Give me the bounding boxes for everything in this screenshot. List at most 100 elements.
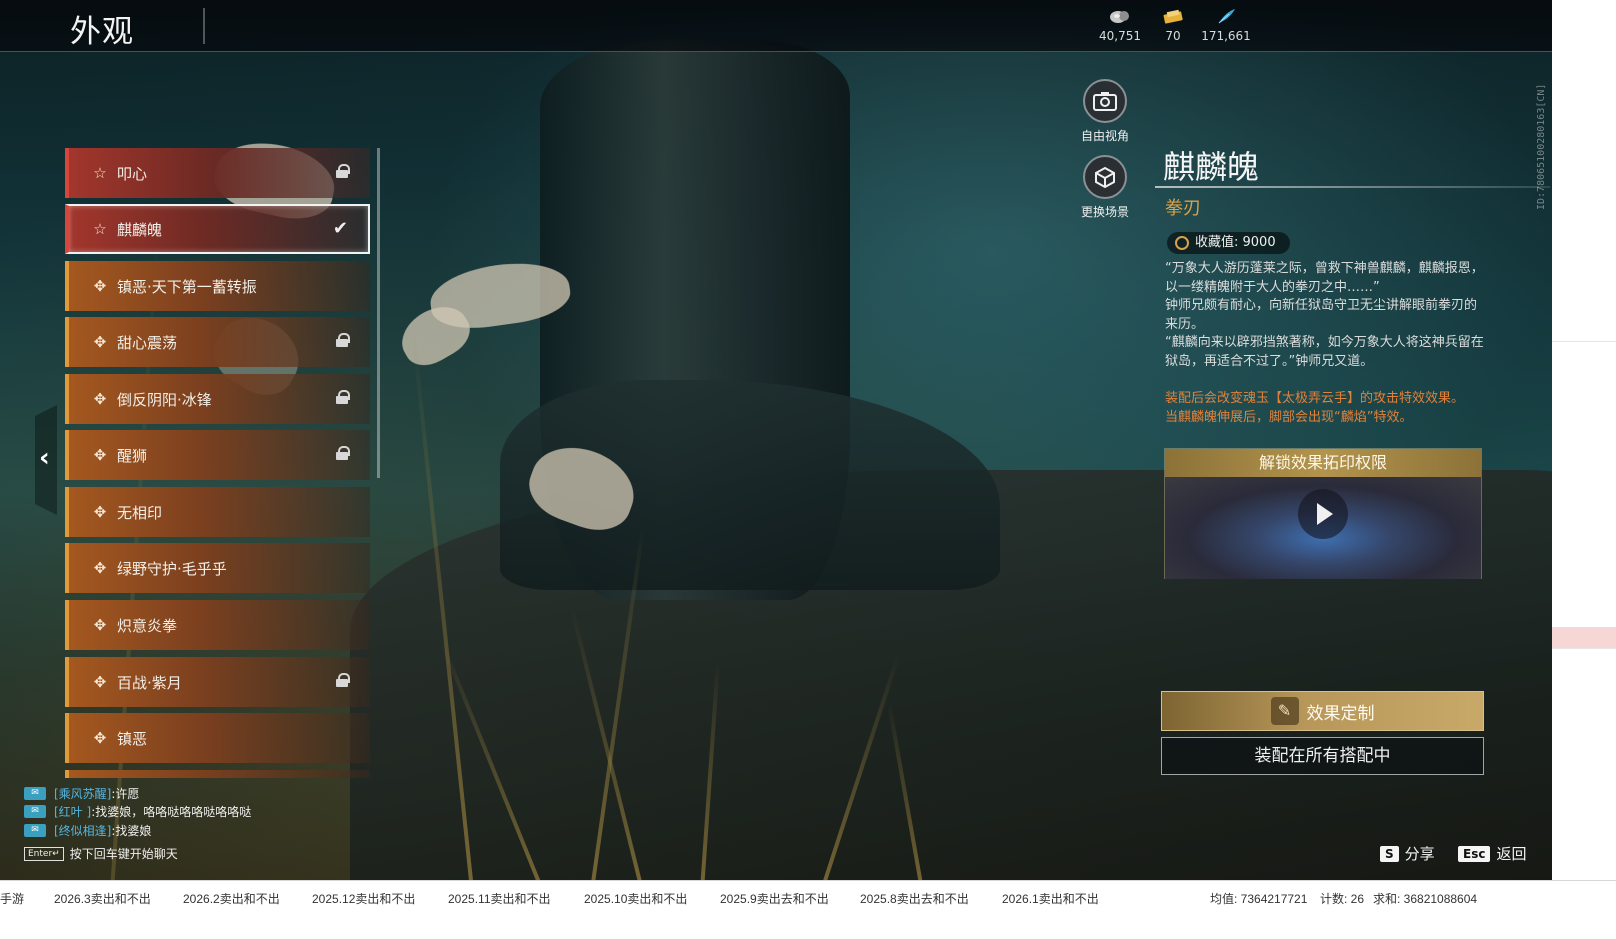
- sparkle-icon: ✥: [93, 503, 107, 521]
- sheet-tab[interactable]: 2025.9卖出去和不出: [720, 890, 829, 907]
- skin-item-label: 倒反阴阳·冰锋: [117, 390, 212, 409]
- effect-customize-button[interactable]: ✎ 效果定制: [1161, 691, 1484, 731]
- skin-item-zhene-xuzhuanzhen[interactable]: ✥ 镇恶·天下第一蓄转振: [65, 261, 370, 311]
- sheet-cell: [1552, 320, 1616, 342]
- title-divider: [203, 8, 205, 44]
- skin-item-label: 叩心: [117, 164, 148, 183]
- skin-item-label: 百战·紫月: [117, 673, 182, 692]
- chat-box: ✉ [乘风苏醒] :许愿 ✉ [红叶 ] :找婆娘，咯咯哒咯咯哒咯咯哒 ✉ [终…: [24, 784, 344, 840]
- play-icon[interactable]: [1298, 489, 1348, 539]
- skin-item-kouxin[interactable]: ☆ 叩心: [65, 148, 370, 198]
- chat-message: ✉ [红叶 ] :找婆娘，咯咯哒咯咯哒咯咯哒: [24, 803, 344, 822]
- sparkle-icon: ✥: [93, 673, 107, 691]
- equip-all-button[interactable]: 装配在所有搭配中: [1161, 737, 1484, 775]
- skin-item-lvye-shouhu[interactable]: ✥ 绿野守护·毛乎乎: [65, 543, 370, 593]
- description-paragraph: “万象大人游历蓬莱之际，曾救下神兽麒麟，麒麟报恩，以一缕精魄附于大人的拳刃之中……: [1165, 261, 1484, 295]
- share-label: 分享: [1404, 845, 1435, 863]
- free-view-button[interactable]: [1083, 79, 1127, 123]
- sheet-cell-highlight: [1552, 627, 1616, 649]
- coin-icon: [1175, 236, 1189, 250]
- description-paragraph: 钟师兄颇有耐心，向新任狱岛守卫无尘讲解眼前拳刃的来历。: [1165, 298, 1478, 332]
- star-icon: ☆: [93, 220, 107, 238]
- sheet-tab[interactable]: 2026.3卖出和不出: [54, 890, 151, 907]
- channel-icon: ✉: [24, 805, 46, 819]
- status-sum: 求和: 36821088604: [1373, 892, 1478, 906]
- effect-line: 当麒麟魄伸展后，脚部会出现“麟焰”特效。: [1165, 409, 1413, 425]
- skin-item-wuxiangyin[interactable]: ✥ 无相印: [65, 487, 370, 537]
- effect-preview-card[interactable]: 解锁效果拓印权限: [1164, 448, 1482, 579]
- skin-item-label: 绿野守护·毛乎乎: [117, 559, 227, 578]
- skin-item-zhene[interactable]: ✥ 镇恶: [65, 713, 370, 763]
- currency-ticket-value: 70: [1165, 29, 1181, 43]
- collection-value-badge: 收藏值: 9000: [1167, 232, 1290, 254]
- sparkle-icon: ✥: [93, 616, 107, 634]
- skin-item-xingshi[interactable]: ✥ 醒狮: [65, 430, 370, 480]
- player-id-watermark: ID:78065100280163[CN]: [1536, 83, 1547, 210]
- camera-icon: [1093, 92, 1117, 111]
- sheet-tab[interactable]: 2025.10卖出和不出: [584, 890, 687, 907]
- skin-item-partial[interactable]: [65, 770, 370, 778]
- skin-list[interactable]: ☆ 叩心 ☆ 麒麟魄 ✔ ✥ 镇恶·天下第一蓄转振 ✥ 甜心震荡 ✥ 倒反阴阳·…: [65, 146, 373, 778]
- sheet-tab[interactable]: 2026.1卖出和不出: [1002, 890, 1099, 907]
- chat-sender[interactable]: [红叶 ]: [54, 803, 91, 820]
- skin-item-label: 镇恶·天下第一蓄转振: [117, 277, 257, 296]
- page-title: 外观: [70, 14, 134, 50]
- chat-message: ✉ [终似相逢] :找婆娘: [24, 821, 344, 840]
- currency-ticket: 70: [1143, 8, 1203, 43]
- sparkle-icon: ✥: [93, 559, 107, 577]
- description-paragraph: “麒麟向来以辟邪挡煞著称，如今万象大人将这神兵留在狱岛，再适合不过了。”钟师兄又…: [1165, 335, 1484, 369]
- back-label: 返回: [1496, 845, 1527, 863]
- feather-icon: [1215, 8, 1237, 24]
- esc-key: Esc: [1458, 845, 1491, 862]
- effect-line: 装配后会改变魂玉【太极弄云手】的攻击特效效果。: [1165, 391, 1465, 406]
- sheet-tab[interactable]: 2025.11卖出和不出: [448, 890, 551, 907]
- enter-key-badge: Enter↵: [24, 846, 64, 861]
- chevron-left-icon: ‹: [39, 443, 50, 473]
- sheet-tab[interactable]: 2025.8卖出去和不出: [860, 890, 969, 907]
- sparkle-icon: ✥: [93, 390, 107, 408]
- status-count: 计数: 26: [1320, 892, 1365, 906]
- lock-icon: [336, 333, 350, 347]
- status-average: 均值: 7364217721: [1210, 892, 1308, 906]
- ore-icon: [1109, 8, 1131, 24]
- preview-video-thumbnail[interactable]: [1165, 477, 1481, 579]
- sheet-tab[interactable]: 2026.2卖出和不出: [183, 890, 280, 907]
- effect-customize-label: 效果定制: [1306, 703, 1375, 724]
- currency-ore: 40,751: [1090, 8, 1150, 43]
- chat-sender[interactable]: [终似相逢]: [54, 822, 111, 839]
- spreadsheet-sheet-bar: 手游 2026.3卖出和不出 2026.2卖出和不出 2025.12卖出和不出 …: [0, 880, 1616, 939]
- sparkle-icon: ✥: [93, 333, 107, 351]
- collapse-panel-button[interactable]: ‹: [35, 405, 57, 515]
- chat-sender[interactable]: [乘风苏醒]: [54, 785, 111, 802]
- chat-message: ✉ [乘风苏醒] :许愿: [24, 784, 344, 803]
- skin-item-chiyi-yanquan[interactable]: ✥ 炽意炎拳: [65, 600, 370, 650]
- skin-item-label: 镇恶: [117, 729, 148, 748]
- ticket-icon: [1162, 8, 1184, 24]
- background-spreadsheet-edge: [1552, 0, 1616, 895]
- skin-item-daofan-yinyang[interactable]: ✥ 倒反阴阳·冰锋: [65, 374, 370, 424]
- cube-icon: [1095, 166, 1115, 188]
- sheet-tab[interactable]: 手游: [0, 890, 24, 907]
- change-scene-button[interactable]: [1083, 155, 1127, 199]
- currency-feather-value: 171,661: [1201, 29, 1251, 43]
- change-scene-label: 更换场景: [1080, 205, 1129, 219]
- skin-item-baizhan-ziyue[interactable]: ✥ 百战·紫月: [65, 657, 370, 707]
- lock-icon: [336, 673, 350, 687]
- lock-icon: [336, 446, 350, 460]
- wrench-icon: ✎: [1270, 697, 1299, 725]
- skin-item-qilinpo[interactable]: ☆ 麒麟魄 ✔: [65, 204, 370, 254]
- sheet-tab[interactable]: 2025.12卖出和不出: [312, 890, 415, 907]
- chat-input-hint[interactable]: Enter↵ 按下回车键开始聊天: [24, 845, 178, 862]
- share-key: S: [1380, 845, 1399, 862]
- skin-item-label: 无相印: [117, 503, 163, 522]
- skin-item-label: 甜心震荡: [117, 333, 178, 352]
- share-hotkey[interactable]: S 分享: [1380, 843, 1435, 864]
- name-underline: [1155, 186, 1550, 188]
- back-hotkey[interactable]: Esc 返回: [1458, 843, 1526, 864]
- item-effect-text: 装配后会改变魂玉【太极弄云手】的攻击特效效果。 当麒麟魄伸展后，脚部会出现“麟焰…: [1165, 390, 1487, 427]
- sparkle-icon: ✥: [93, 729, 107, 747]
- list-scrollbar[interactable]: [377, 148, 380, 478]
- skin-item-tianxin-zhendang[interactable]: ✥ 甜心震荡: [65, 317, 370, 367]
- check-icon: ✔: [332, 218, 348, 239]
- channel-icon: ✉: [24, 786, 46, 800]
